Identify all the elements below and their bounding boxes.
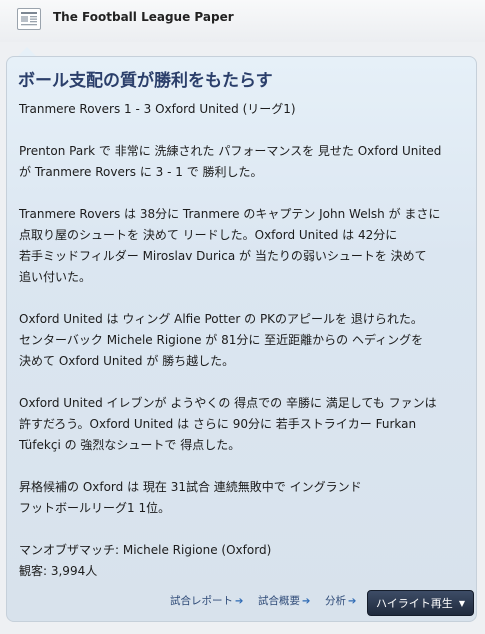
match-report-link[interactable]: 試合レポート ➔ xyxy=(170,593,243,608)
match-facts: マンオブザマッチ: Michele Rigione (Oxford) 観客: 3… xyxy=(19,540,474,582)
analysis-link[interactable]: 分析 ➔ xyxy=(325,593,356,608)
text-line: Tranmere Rovers は 38分に Tranmere のキャプテン J… xyxy=(19,207,441,221)
article-paragraph-1: Prenton Park で 非常に 洗練された パフォーマンスを 見せた Ox… xyxy=(19,141,474,183)
text-line: 若手ミッドフィルダー Miroslav Durica が 当たりの弱いシュートを… xyxy=(19,249,427,263)
text-line: 追い付いた。 xyxy=(19,270,92,284)
chevron-down-icon: ▼ xyxy=(458,598,465,608)
article-paragraph-4: Oxford United イレブンが ようやくの 得点での 辛勝に 満足しても… xyxy=(19,393,474,456)
article-paragraph-5: 昇格候補の Oxford は 現在 31試合 連続無敗中で イングランド フット… xyxy=(19,477,474,519)
card-notch xyxy=(18,47,36,56)
man-of-the-match: マンオブザマッチ: Michele Rigione (Oxford) xyxy=(19,543,272,557)
paper-title: The Football League Paper xyxy=(53,10,234,24)
text-line: Oxford United イレブンが ようやくの 得点での 辛勝に 満足しても… xyxy=(19,396,437,410)
text-line: センターバック Michele Rigione が 81分に 至近距離からの ヘ… xyxy=(19,333,424,347)
text-line: フットボールリーグ1 1位。 xyxy=(19,501,171,515)
text-line: が Tranmere Rovers に 3 - 1 で 勝利した。 xyxy=(19,165,263,179)
text-line: 点取り屋のシュートを 決めて リードした。Oxford United は 42分… xyxy=(19,228,398,242)
match-summary-link[interactable]: 試合概要 ➔ xyxy=(258,593,310,608)
text-line: 許すだろう。Oxford United は さらに 90分に 若手ストライカー … xyxy=(19,417,417,431)
arrow-right-icon: ➔ xyxy=(302,596,311,607)
arrow-right-icon: ➔ xyxy=(235,596,244,607)
header-bar: The Football League Paper xyxy=(0,0,485,42)
text-line: 昇格候補の Oxford は 現在 31試合 連続無敗中で イングランド xyxy=(19,480,362,494)
text-line: 決めて Oxford United が 勝ち越した。 xyxy=(19,354,235,368)
article-headline: ボール支配の質が勝利をもたらす xyxy=(18,71,273,91)
newspaper-icon xyxy=(17,8,41,30)
play-highlights-button[interactable]: ハイライト再生 ▼ xyxy=(367,590,474,616)
text-line: Tüfekçi の 強烈なシュートで 得点した。 xyxy=(19,438,241,452)
article-paragraph-3: Oxford United は ウィング Alfie Potter の PKのア… xyxy=(19,309,474,372)
arrow-right-icon: ➔ xyxy=(348,596,357,607)
attendance: 観客: 3,994人 xyxy=(19,564,98,578)
match-score-line: Tranmere Rovers 1 - 3 Oxford United (リーグ… xyxy=(19,102,296,116)
text-line: Prenton Park で 非常に 洗練された パフォーマンスを 見せた Ox… xyxy=(19,144,442,158)
article-paragraph-2: Tranmere Rovers は 38分に Tranmere のキャプテン J… xyxy=(19,204,474,288)
text-line: Oxford United は ウィング Alfie Potter の PKのア… xyxy=(19,312,423,326)
